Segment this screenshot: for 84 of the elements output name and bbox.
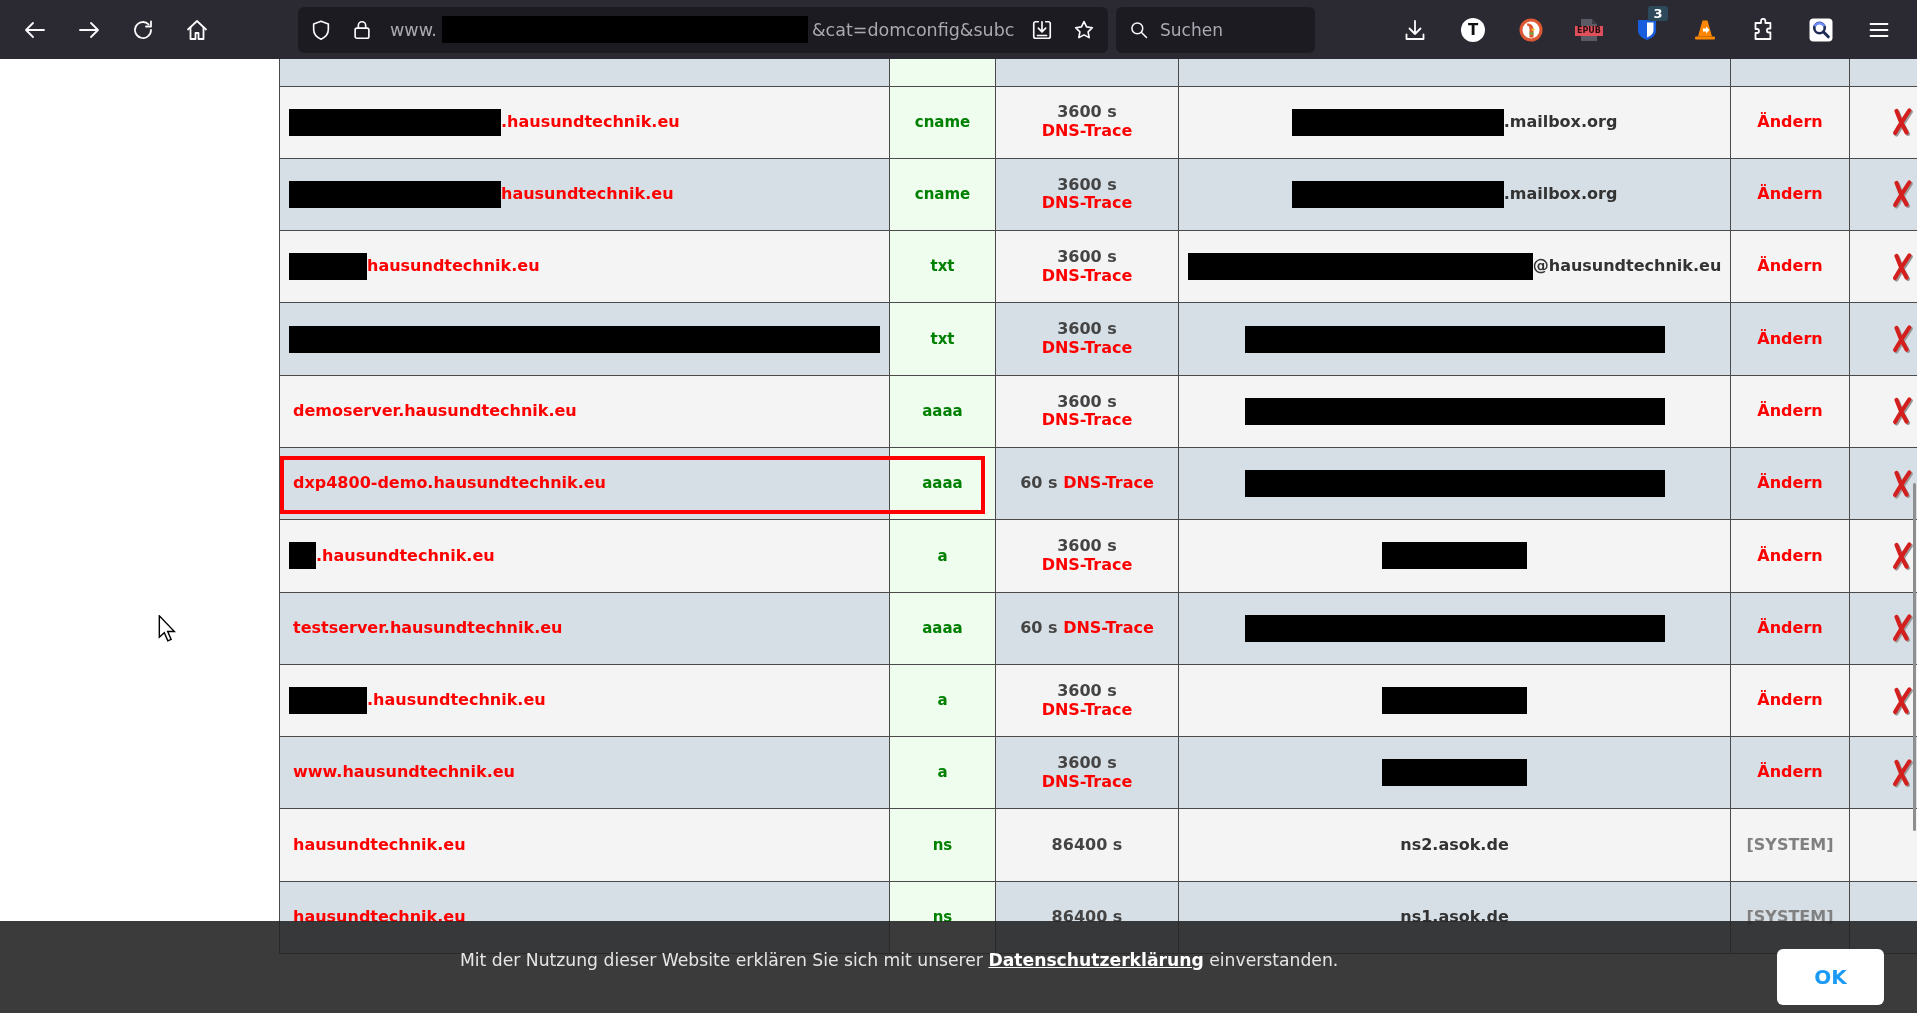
record-type: cname: [914, 185, 971, 204]
record-type: txt: [930, 257, 955, 276]
ttl-value: 3600 s: [1057, 680, 1117, 700]
record-type: aaaa: [922, 474, 963, 493]
ttl-value: 60 s: [1020, 473, 1058, 493]
lock-icon[interactable]: [351, 18, 373, 41]
dns-trace-link[interactable]: DNS-Trace: [1041, 410, 1133, 430]
ok-button[interactable]: OK: [1777, 949, 1884, 1005]
record-value: ns2.asok.de: [1400, 835, 1509, 855]
url-text: www.: [390, 19, 437, 40]
record-value: .mailbox.org: [1503, 112, 1618, 132]
edit-link[interactable]: Ändern: [1757, 545, 1823, 565]
record-value: ns1.asok.de: [1400, 908, 1509, 927]
edit-link[interactable]: Ändern: [1757, 328, 1823, 348]
edit-link[interactable]: Ändern: [1757, 473, 1823, 493]
host-name: .hausundtechnik.eu: [316, 546, 495, 566]
cursor-icon: [158, 615, 176, 642]
download-icon[interactable]: [1403, 17, 1427, 42]
file-type-label: EPUB: [1575, 25, 1603, 36]
dns-trace-link[interactable]: DNS-Trace: [1041, 771, 1133, 791]
address-bar[interactable]: www. &cat=domconfig&subc: [298, 6, 1108, 53]
url-text: &cat=domconfig&subc: [811, 19, 1015, 40]
duck-logo-icon[interactable]: [1519, 17, 1543, 42]
dns-trace-link[interactable]: DNS-Trace: [1041, 338, 1133, 358]
record-type: aaaa: [922, 618, 963, 637]
record-type: a: [937, 763, 948, 782]
host-name: hausundtechnik.eu: [293, 835, 466, 855]
redaction-bar: [289, 542, 316, 570]
dns-trace-link[interactable]: DNS-Trace: [1041, 193, 1133, 213]
shield-icon[interactable]: [310, 18, 332, 41]
edit-link[interactable]: Ändern: [1757, 690, 1823, 710]
dns-trace-link[interactable]: DNS-Trace: [1041, 699, 1133, 719]
shield-icon[interactable]: [1635, 17, 1659, 42]
search-icon: [1129, 19, 1149, 40]
edit-link[interactable]: Ändern: [1757, 400, 1823, 420]
ttl-value: 86400 s: [1051, 834, 1123, 854]
edit-link[interactable]: Ändern: [1757, 184, 1823, 204]
ttl-value: 3600 s: [1057, 102, 1117, 122]
record-type: aaaa: [922, 401, 963, 420]
edit-link[interactable]: Ändern: [1757, 256, 1823, 276]
host-name: demoserver.hausundtechnik.eu: [293, 401, 577, 421]
cookie-notice: Mit der Nutzung dieser Website erklären Sie sich mit unserer Datenschutzerklärung einverstanden.: [460, 949, 1339, 971]
ttl-value: 60 s: [1020, 617, 1058, 637]
ttl-value: 3600 s: [1057, 391, 1117, 411]
host-name: dxp4800-demo.hausundtechnik.eu: [293, 474, 606, 493]
host-name: testserver.hausundtechnik.eu: [293, 618, 563, 638]
home-icon[interactable]: [185, 17, 209, 42]
system-label: [SYSTEM]: [1746, 907, 1834, 927]
dns-trace-link[interactable]: DNS-Trace: [1041, 265, 1133, 285]
record-type: ns: [932, 835, 953, 854]
host-name: hausundtechnik.eu: [367, 257, 540, 277]
edit-link[interactable]: Ändern: [1757, 617, 1823, 637]
record-value: .mailbox.org: [1503, 185, 1618, 204]
host-name: hausundtechnik.eu: [293, 908, 466, 927]
scrollbar-thumb[interactable]: [1913, 483, 1916, 831]
record-type: a: [937, 546, 948, 565]
record-type: a: [937, 691, 948, 710]
record-type: txt: [930, 329, 955, 348]
dns-trace-link[interactable]: DNS-Trace: [1063, 617, 1154, 637]
record-type: cname: [914, 112, 971, 131]
dns-trace-link[interactable]: DNS-Trace: [1041, 121, 1133, 141]
magnifier-icon[interactable]: [1809, 17, 1833, 42]
ttl-value: 3600 s: [1057, 319, 1117, 339]
system-label: [SYSTEM]: [1746, 834, 1834, 854]
record-value: @hausundtechnik.eu: [1532, 257, 1722, 277]
ttl-value: 3600 s: [1057, 753, 1117, 773]
download-box-icon[interactable]: [1031, 18, 1053, 41]
dns-trace-link[interactable]: DNS-Trace: [1041, 554, 1133, 574]
host-name: hausundtechnik.eu: [501, 185, 674, 204]
bookmark-star-icon[interactable]: [1073, 18, 1095, 41]
search-field[interactable]: Suchen: [1116, 6, 1315, 53]
host-name: www.hausundtechnik.eu: [293, 763, 515, 783]
ttl-value: 3600 s: [1057, 536, 1117, 556]
dns-trace-link[interactable]: DNS-Trace: [1063, 473, 1154, 493]
edit-link[interactable]: Ändern: [1757, 111, 1823, 131]
ttl-value: 86400 s: [1051, 907, 1123, 927]
host-name: .hausundtechnik.eu: [501, 112, 680, 132]
count-badge: 3: [1648, 5, 1668, 21]
ttl-value: 3600 s: [1057, 174, 1117, 194]
edit-link[interactable]: Ändern: [1757, 762, 1823, 782]
privacy-link[interactable]: Datenschutzerklärung: [988, 950, 1204, 970]
ttl-value: 3600 s: [1057, 247, 1117, 266]
extension-button[interactable]: T: [1461, 17, 1485, 42]
host-name: .hausundtechnik.eu: [367, 691, 546, 710]
